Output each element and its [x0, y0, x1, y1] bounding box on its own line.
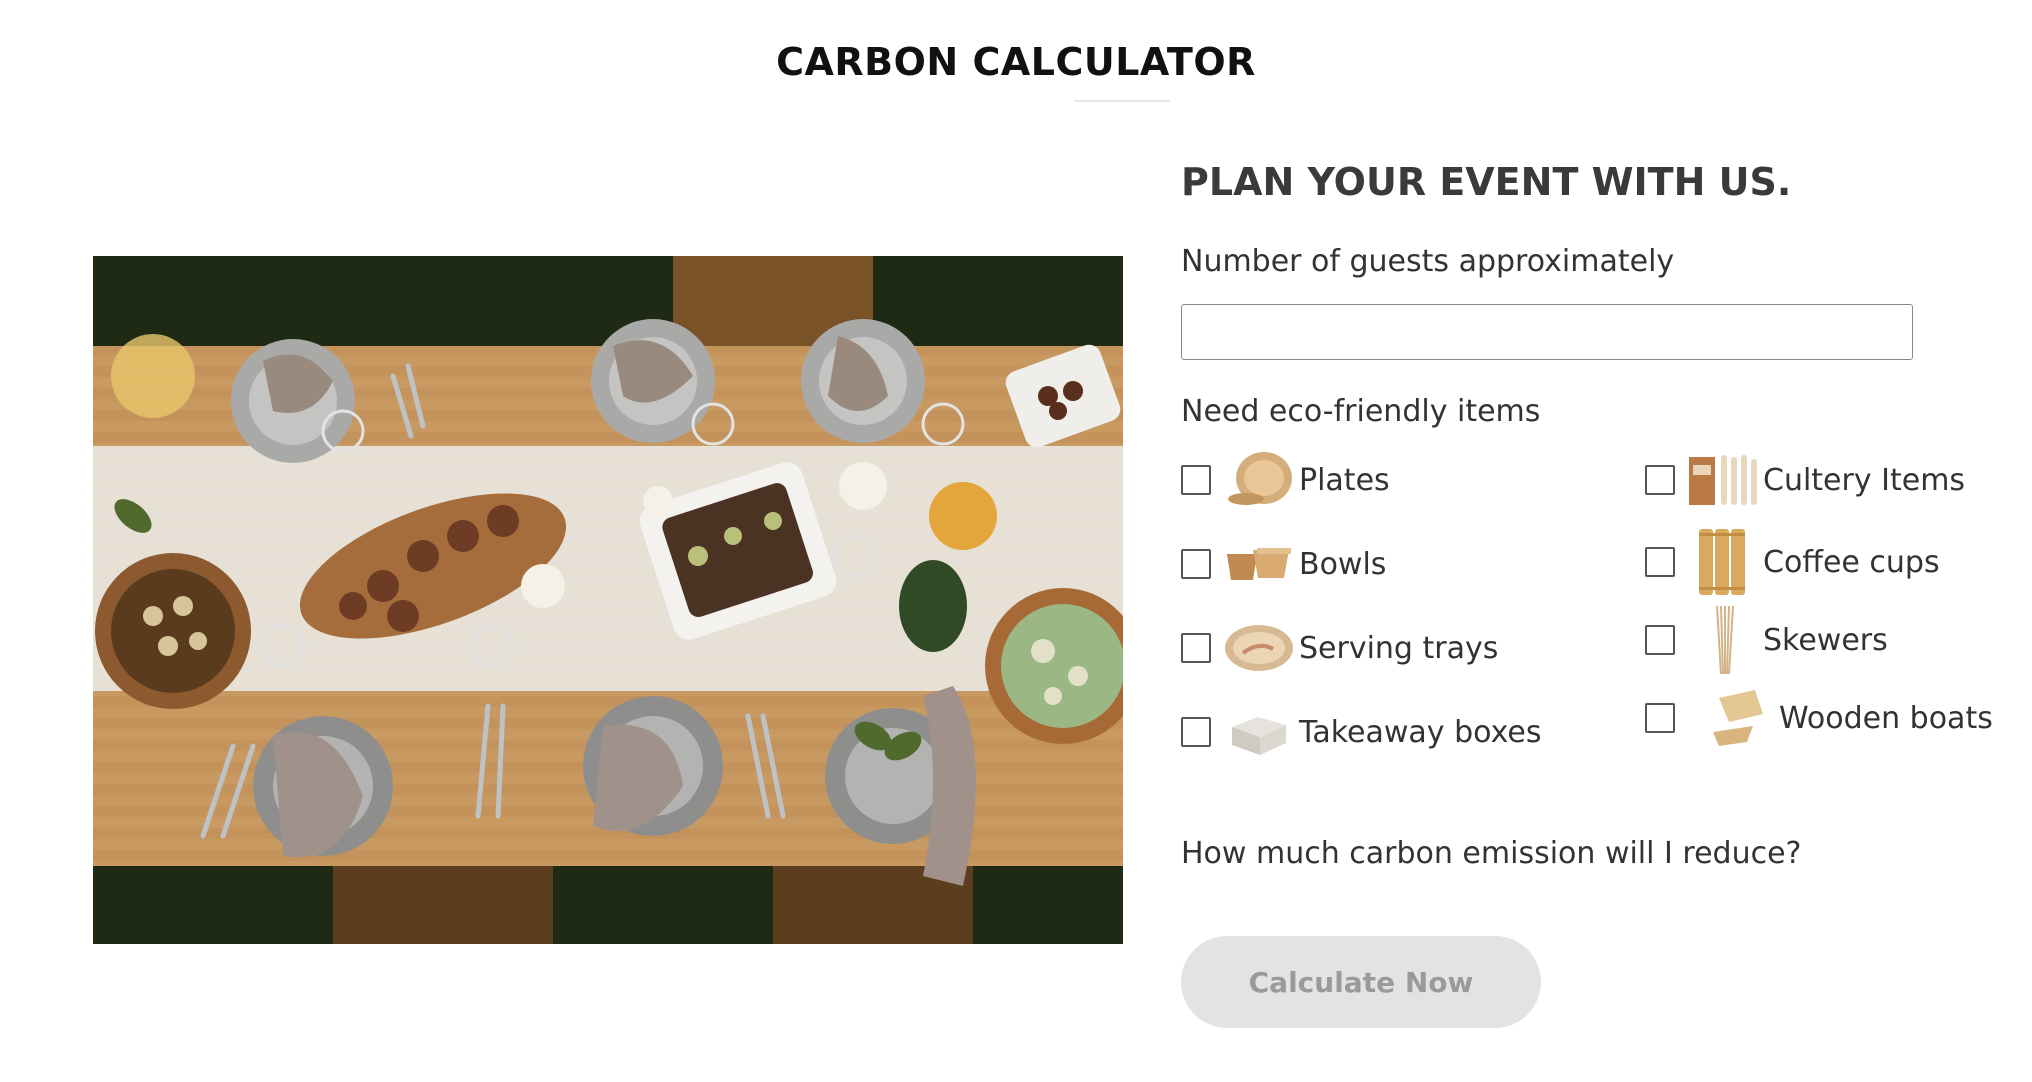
- page-title: CARBON CALCULATOR: [776, 40, 1256, 84]
- option-skewers[interactable]: Skewers: [1645, 605, 1888, 675]
- option-bowls[interactable]: Bowls: [1181, 529, 1386, 599]
- cutlery-items-label: Cultery Items: [1763, 462, 1966, 498]
- takeaway-boxes-checkbox[interactable]: [1181, 717, 1211, 747]
- guests-label: Number of guests approximately: [1181, 244, 1675, 279]
- box-icon: [1223, 697, 1295, 767]
- bowls-checkbox[interactable]: [1181, 549, 1211, 579]
- cup-icon: [1687, 527, 1759, 597]
- option-takeaway-boxes[interactable]: Takeaway boxes: [1181, 697, 1542, 767]
- option-cutlery-items[interactable]: Cultery Items: [1645, 445, 1965, 515]
- items-label: Need eco-friendly items: [1181, 394, 1541, 429]
- serving-trays-checkbox[interactable]: [1181, 633, 1211, 663]
- skewers-label: Skewers: [1763, 622, 1888, 658]
- plates-label: Plates: [1299, 462, 1390, 498]
- option-coffee-cups[interactable]: Coffee cups: [1645, 527, 1940, 597]
- option-wooden-boats[interactable]: Wooden boats: [1645, 683, 1993, 753]
- serving-trays-label: Serving trays: [1299, 630, 1499, 666]
- bowl-icon: [1223, 529, 1295, 599]
- wooden-boats-label: Wooden boats: [1779, 700, 1993, 736]
- takeaway-boxes-label: Takeaway boxes: [1299, 714, 1542, 750]
- cutlery-items-checkbox[interactable]: [1645, 465, 1675, 495]
- wooden-boats-checkbox[interactable]: [1645, 703, 1675, 733]
- tray-icon: [1223, 613, 1295, 683]
- boat-icon: [1703, 683, 1775, 753]
- option-serving-trays[interactable]: Serving trays: [1181, 613, 1498, 683]
- carbon-question: How much carbon emission will I reduce?: [1181, 836, 1802, 871]
- hero-image: [93, 256, 1123, 944]
- title-underline: [1074, 100, 1170, 102]
- form-heading: PLAN YOUR EVENT WITH US.: [1181, 160, 1792, 204]
- plates-checkbox[interactable]: [1181, 465, 1211, 495]
- guests-input[interactable]: [1181, 304, 1913, 360]
- skewers-checkbox[interactable]: [1645, 625, 1675, 655]
- coffee-cups-checkbox[interactable]: [1645, 547, 1675, 577]
- dining-table-illustration: [93, 256, 1123, 944]
- plate-icon: [1223, 445, 1295, 515]
- coffee-cups-label: Coffee cups: [1763, 544, 1940, 580]
- cutlery-icon: [1687, 445, 1759, 515]
- bowls-label: Bowls: [1299, 546, 1387, 582]
- option-plates[interactable]: Plates: [1181, 445, 1390, 515]
- calculate-now-button[interactable]: Calculate Now: [1181, 936, 1541, 1028]
- skewer-icon: [1687, 605, 1759, 675]
